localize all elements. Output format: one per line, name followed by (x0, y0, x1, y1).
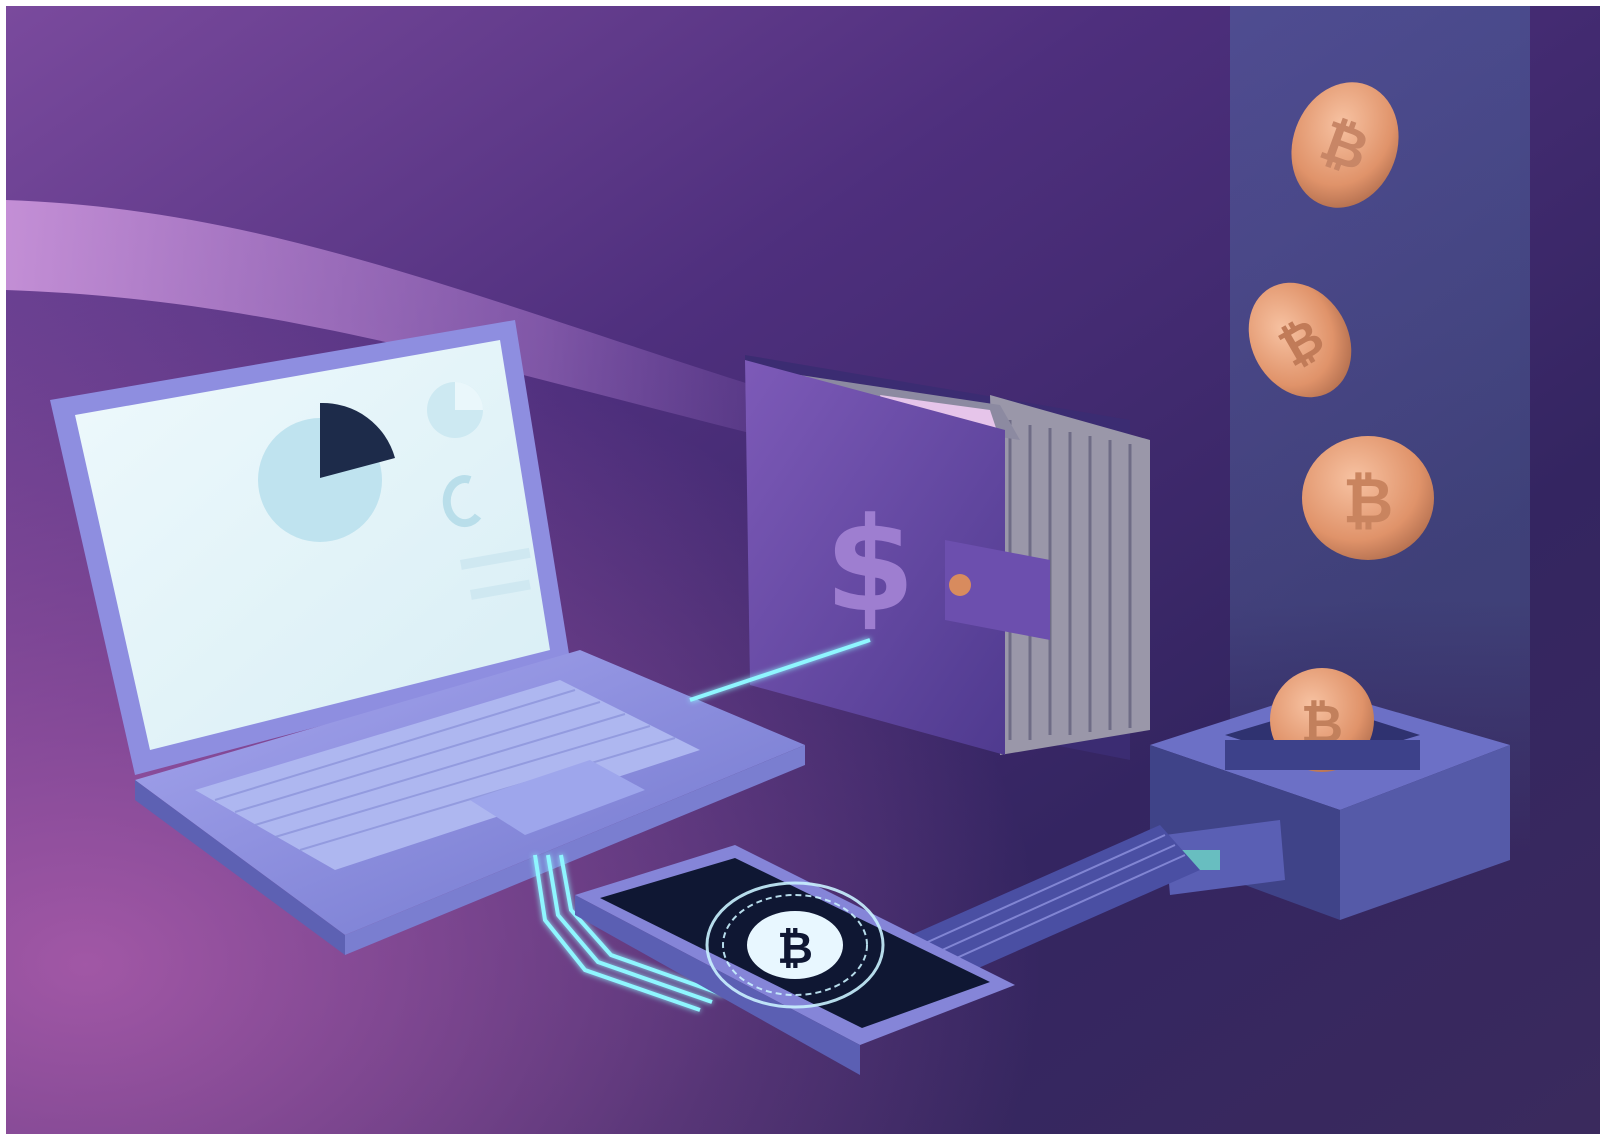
bitcoin-coin: ₿ (1302, 436, 1434, 560)
bitcoin-symbol-icon: ₿ (1343, 464, 1394, 537)
bitcoin-logo-icon: ₿ (777, 923, 813, 974)
dollar-icon: $ (825, 489, 915, 641)
wallet: $ (745, 355, 1150, 760)
image-frame: ₿ ₿ ₿ $ ₿ ₿ (0, 0, 1606, 1140)
crypto-scene-illustration: ₿ ₿ ₿ $ ₿ ₿ (6, 6, 1600, 1134)
